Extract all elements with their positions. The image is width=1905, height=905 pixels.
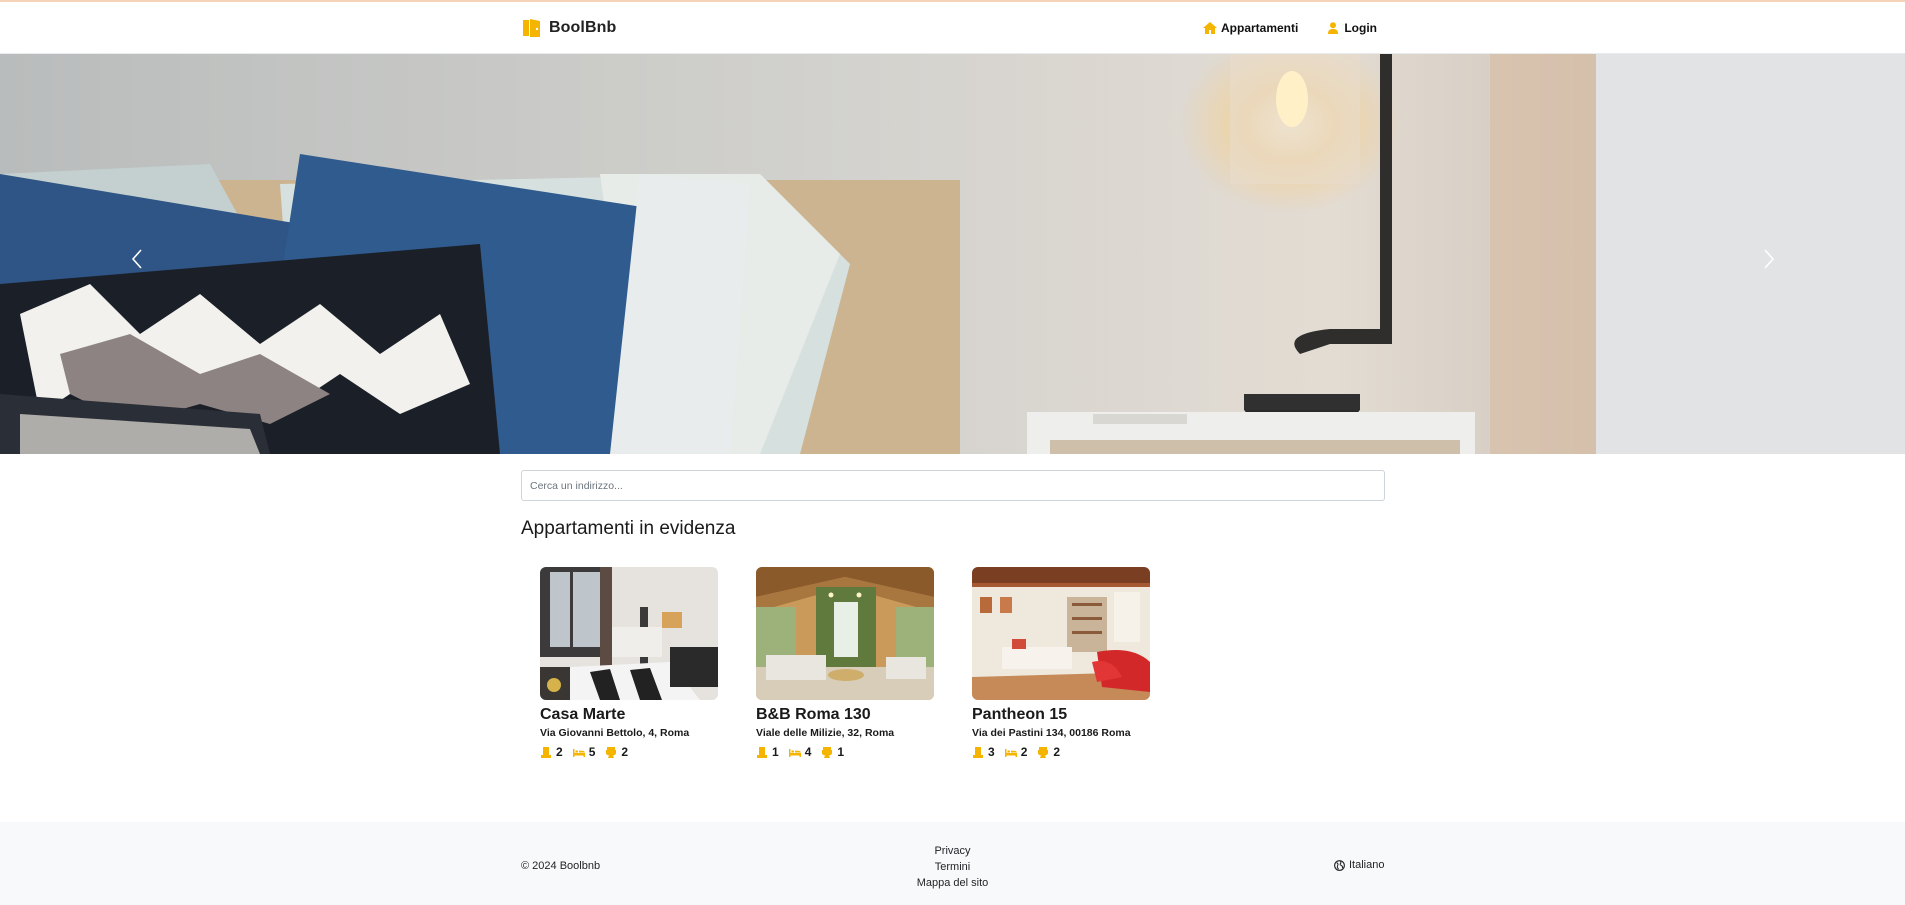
navbar: BoolBnb Appartamenti Login [0,0,1905,54]
apartment-photo [972,567,1150,700]
footer-link-terms[interactable]: Termini [935,860,970,874]
beds-count: 5 [588,745,596,759]
featured-apartments-list: Casa Marte Via Giovanni Bettolo, 4, Roma… [540,567,1150,759]
rooms-count: 2 [556,745,563,759]
apartment-address: Via dei Pastini 134, 00186 Roma [972,727,1131,739]
beds-feature: 2 [1004,745,1028,759]
brand-name: BoolBnb [549,19,617,36]
rooms-count: 3 [988,745,995,759]
chevron-left-icon [131,249,142,269]
featured-title: Appartamenti in evidenza [521,518,736,539]
language-selector[interactable]: Italiano [1334,859,1384,871]
apartment-name: Casa Marte [540,706,626,723]
apartment-features: 3 2 2 [972,745,1150,759]
apartment-card[interactable]: Casa Marte Via Giovanni Bettolo, 4, Roma… [540,567,718,759]
apartment-features: 1 4 1 [756,745,934,759]
apartment-address: Via Giovanni Bettolo, 4, Roma [540,727,690,739]
nav-apartments-link[interactable]: Appartamenti [1203,21,1298,35]
chevron-right-icon [1764,249,1775,269]
footer: © 2024 Boolbnb Privacy Termini Mappa del… [0,822,1905,905]
apartment-name: B&B Roma 130 [756,706,871,723]
language-label: Italiano [1349,859,1385,871]
nav-login-label: Login [1344,21,1377,35]
nav-apartments-label: Appartamenti [1221,21,1299,35]
brand-logo[interactable]: BoolBnb [521,17,616,39]
beds-feature: 4 [788,745,812,759]
rooms-icon [541,746,551,758]
bathrooms-count: 2 [1053,745,1061,759]
bed-icon [572,748,585,757]
bathrooms-feature: 2 [1037,745,1060,759]
door-logo-icon [523,19,540,37]
carousel-prev-button[interactable] [117,229,157,289]
globe-icon [1334,859,1345,871]
footer-links: Privacy Termini Mappa del sito [0,844,1905,890]
apartment-address: Viale delle Milizie, 32, Roma [756,727,895,739]
beds-feature: 5 [572,745,596,759]
house-icon [1203,22,1217,34]
bed-icon [1004,748,1017,757]
rooms-feature: 2 [540,745,563,759]
toilet-icon [606,746,617,758]
bathrooms-count: 2 [621,745,629,759]
nav-links: Appartamenti Login [1203,21,1377,35]
rooms-icon [757,746,767,758]
rooms-count: 1 [772,745,779,759]
beds-count: 4 [804,745,812,759]
address-search-input[interactable] [521,470,1385,501]
rooms-feature: 3 [972,745,995,759]
apartment-name: Pantheon 15 [972,706,1068,723]
nav-login-link[interactable]: Login [1326,21,1377,35]
hero-carousel [0,54,1905,454]
toilet-icon [822,746,833,758]
bed-icon [788,748,801,757]
bathrooms-count: 1 [837,745,845,759]
footer-link-sitemap[interactable]: Mappa del sito [917,876,989,890]
rooms-icon [973,746,983,758]
user-icon [1328,22,1339,34]
bathrooms-feature: 2 [605,745,628,759]
rooms-feature: 1 [756,745,779,759]
footer-link-privacy[interactable]: Privacy [934,844,970,858]
apartment-card[interactable]: B&B Roma 130 Viale delle Milizie, 32, Ro… [756,567,934,759]
carousel-next-button[interactable] [1749,229,1789,289]
hero-image [0,54,1905,454]
apartment-features: 2 5 2 [540,745,718,759]
apartment-photo [756,567,934,700]
beds-count: 2 [1020,745,1028,759]
bathrooms-feature: 1 [821,745,844,759]
toilet-icon [1038,746,1049,758]
apartment-card[interactable]: Pantheon 15 Via dei Pastini 134, 00186 R… [972,567,1150,759]
apartment-photo [540,567,718,700]
